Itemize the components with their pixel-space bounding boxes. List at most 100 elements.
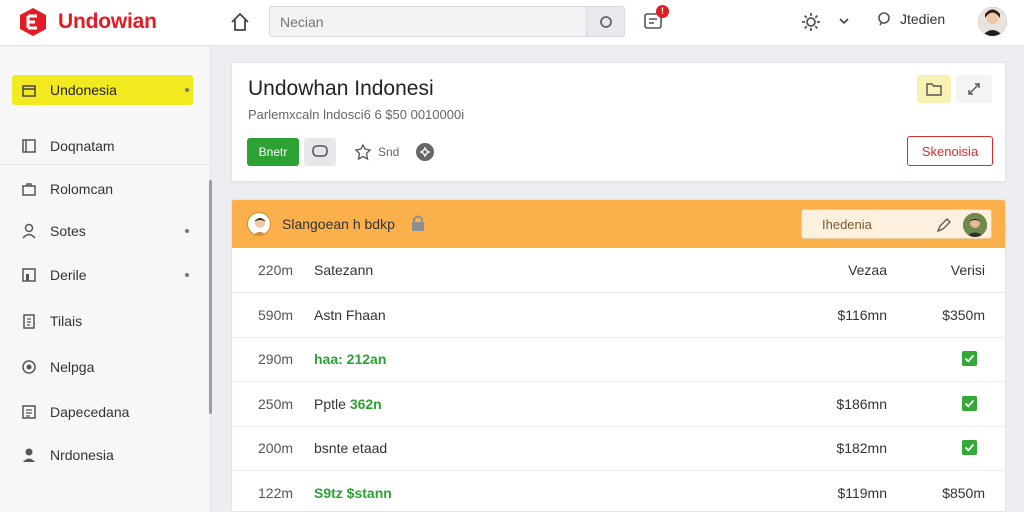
row-id: 250m [258,396,294,412]
row-name-suffix: 362n [349,396,382,412]
row-value: $116mn [837,307,887,323]
share-label: Snd [378,145,400,159]
chevron-down-icon[interactable] [837,14,851,28]
row-id: 290m [258,351,294,367]
row-id: 200m [258,440,294,456]
sidebar-item-label: Nelpga [50,359,95,375]
column-header[interactable]: 220m [258,262,293,278]
sidebar-item-doqnatam[interactable]: Doqnatam [12,131,193,161]
sidebar-item-label: Sotes [50,223,86,239]
column-header[interactable]: Verisi [951,262,985,278]
sidebar-item-label: Undonesia [50,82,117,98]
filter-box[interactable]: Ihedenia [801,209,992,239]
brand-logo[interactable]: Undowian [18,7,157,37]
sidebar-item-sotes[interactable]: Sotes [12,216,193,246]
secondary-button[interactable]: Skenoisia [907,136,993,166]
data-table: Slangoean h bdkp Ihedenia 220m Satezann … [231,199,1006,512]
search-box [269,6,625,37]
table-row[interactable]: 200m bsnte etaad $182mn [232,426,1005,471]
table-row[interactable]: 590m Astn Fhaan $116mn $350m [232,293,1005,338]
clipboard-icon [23,314,35,329]
dot-indicator [185,88,189,92]
list-icon [22,405,36,419]
search-button[interactable] [586,7,624,36]
person-icon [23,448,35,462]
sidebar-item-tilais[interactable]: Tilais [12,306,193,336]
sidebar-item-nelpga[interactable]: Nelpga [12,352,193,382]
options-button[interactable] [416,143,434,161]
sidebar-divider [0,164,210,165]
briefcase-icon [22,183,36,196]
avatar [247,212,271,236]
check-icon[interactable] [962,440,977,455]
row-value: $119mn [837,485,887,501]
notifications-button[interactable]: ! [642,5,670,34]
dot-indicator [185,229,189,233]
sidebar-item-dapecedana[interactable]: Dapecedana [12,397,193,427]
search-icon [599,15,612,28]
user-menu[interactable]: Jtedien [876,11,945,27]
user-avatar[interactable] [978,7,1007,36]
sidebar-item-label: Doqnatam [50,138,115,154]
page-title: Undowhan Indonesi [248,77,434,100]
table-row[interactable]: 250m Pptle 362n $186mn [232,382,1005,427]
check-icon[interactable] [962,351,977,366]
sidebar-item-label: Rolomcan [50,181,114,197]
sidebar-item-label: Tilais [50,313,83,329]
lock-icon[interactable] [408,213,428,233]
edit-icon[interactable] [936,217,952,233]
table-column-headers: 220m Satezann Vezaa Verisi [232,248,1005,293]
row-id: 590m [258,307,294,323]
sidebar-item-derile[interactable]: Derile [12,260,193,290]
folder-button[interactable] [917,75,951,103]
share-link[interactable]: Snd [354,143,399,161]
check-icon[interactable] [962,396,977,411]
page-subtitle: Parlemxcaln lndosci6 6 $50 0010000i [248,107,465,122]
share-icon [354,143,372,161]
table-title: Slangoean h bdkp [282,216,395,232]
notification-badge: ! [656,5,669,18]
table-row[interactable]: 290m haa: 212an [232,337,1005,382]
avatar-image [963,213,987,237]
home-icon [22,85,36,97]
expand-button[interactable] [956,75,992,103]
sidebar-item-label: Derile [50,267,87,283]
row-id: 122m [258,485,294,501]
expand-icon [968,83,980,95]
column-header[interactable]: Vezaa [848,262,887,278]
sidebar-item-undonesia[interactable]: Undonesia [12,75,193,105]
top-bar: Undowian ! Jtedien [0,0,1024,46]
brand-logo-icon [20,8,46,36]
row-value: $182mn [836,440,887,456]
row-version: $850m [942,485,985,501]
sidebar-item-nrdonesia[interactable]: Nrdonesia [12,440,193,470]
row-name: bsnte etaad [314,440,388,456]
row-name: S9tz $stann [314,485,392,501]
target-icon [22,360,36,374]
sidebar-scrollbar[interactable] [209,180,212,414]
row-value: $186mn [836,396,887,412]
chat-button[interactable] [304,138,336,166]
search-user-icon [878,12,890,26]
column-header[interactable]: Satezann [314,262,373,278]
row-name: Astn Fhaan [314,307,386,323]
row-name: haa: 212an [314,351,387,367]
table-row[interactable]: 122m S9tz $stann $119mn $850m [232,471,1005,511]
user-name: Jtedien [900,11,946,27]
brand-name: Undowian [58,10,157,33]
settings-icon[interactable] [800,11,822,33]
filter-label: Ihedenia [822,217,872,232]
primary-button[interactable]: Bnetr [247,138,299,166]
chat-icon [312,145,328,157]
search-input[interactable] [270,7,586,36]
gear-icon [420,147,430,157]
sidebar: Undonesia Doqnatam Rolomcan Sotes Derile… [0,47,211,512]
row-name-prefix: Pptle [314,396,350,412]
filter-avatar [963,213,987,237]
chart-icon [22,268,36,282]
home-icon[interactable] [229,11,251,33]
row-version: $350m [942,307,985,323]
sidebar-item-label: Nrdonesia [50,447,114,463]
sidebar-item-rolomcan[interactable]: Rolomcan [12,174,193,204]
dot-indicator [185,273,189,277]
